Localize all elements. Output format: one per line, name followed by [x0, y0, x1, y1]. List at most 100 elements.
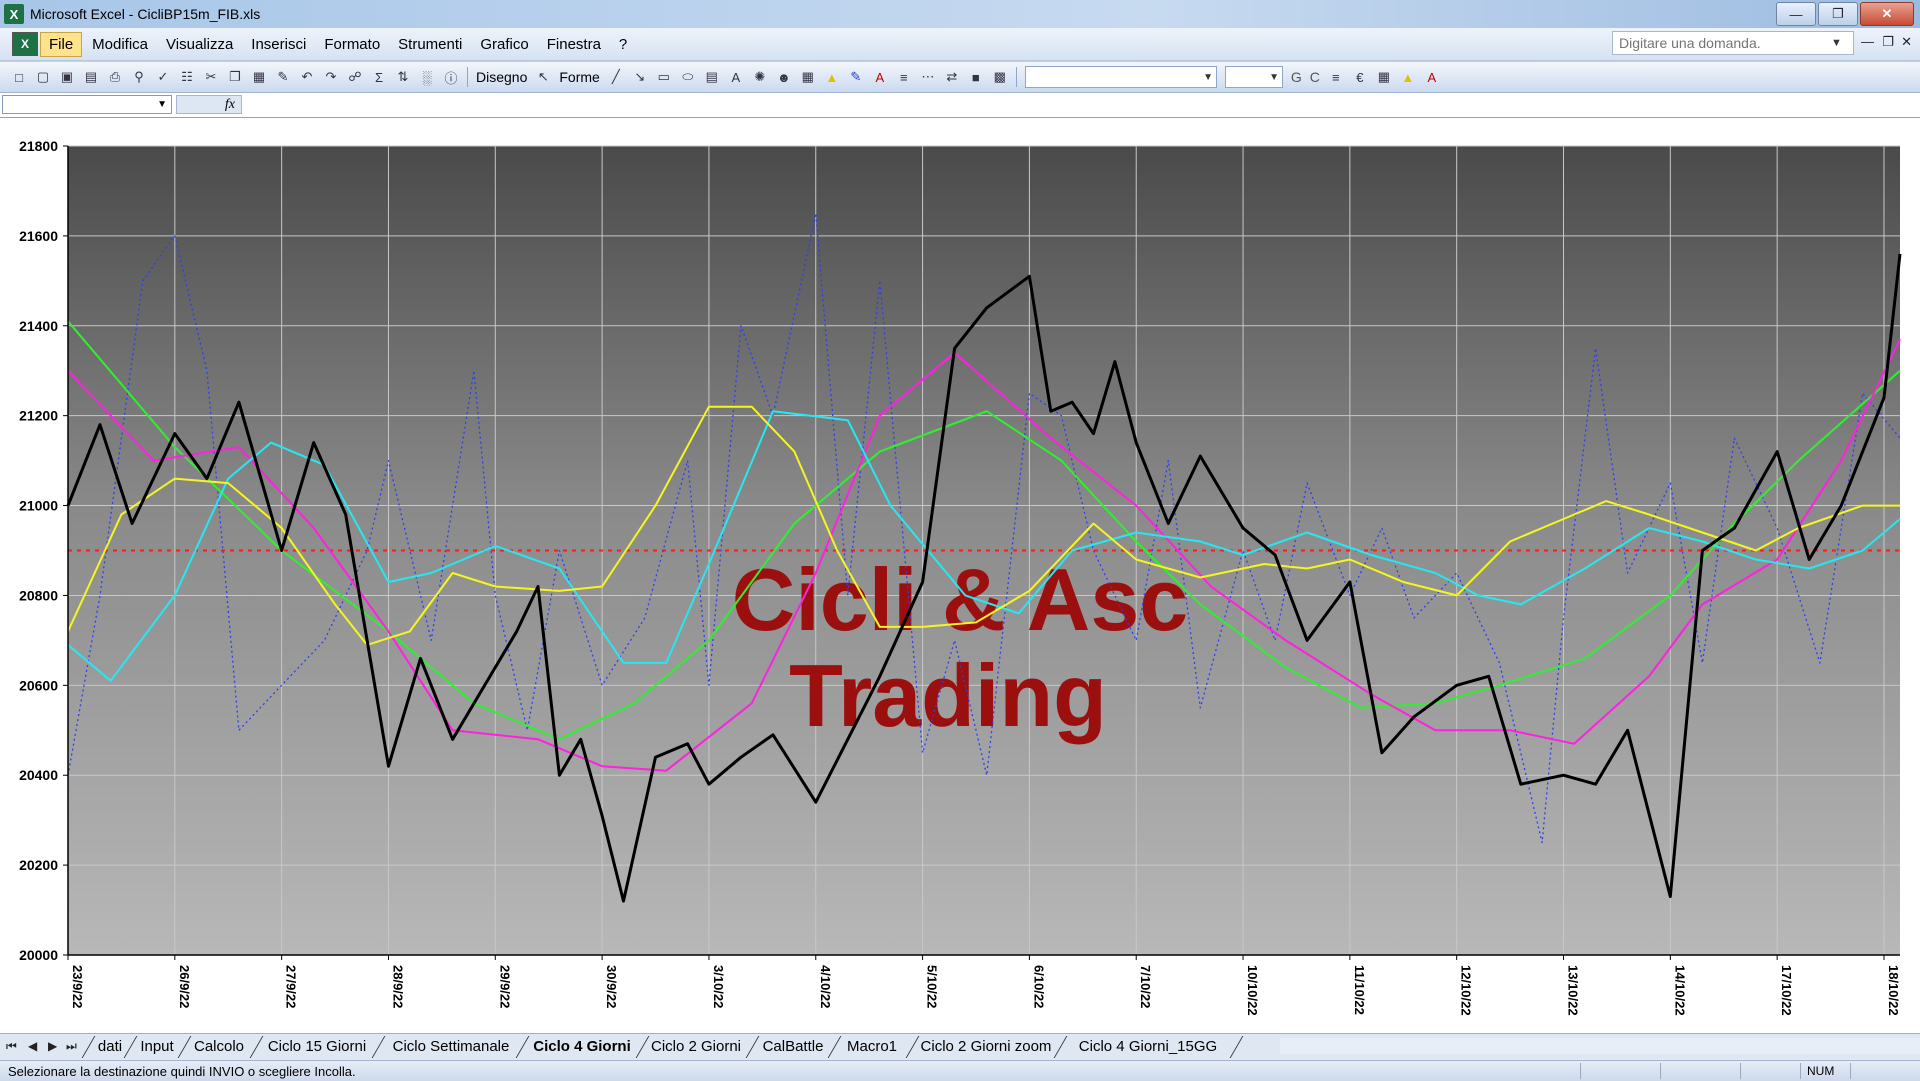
fill-color-icon[interactable]: ▲: [821, 66, 843, 88]
permission-icon[interactable]: ▤: [80, 66, 102, 88]
shapes-menu-button[interactable]: Forme: [555, 69, 603, 85]
doc-close-icon[interactable]: ✕: [1901, 34, 1912, 50]
format-painter-icon[interactable]: ✎: [272, 66, 294, 88]
new-file-icon[interactable]: □: [8, 66, 30, 88]
pointer-icon[interactable]: ↖: [532, 66, 554, 88]
open-folder-icon[interactable]: ▢: [32, 66, 54, 88]
tab-ciclo-2-giorni[interactable]: Ciclo 2 Giorni: [646, 1036, 746, 1056]
font-color-icon[interactable]: A: [869, 66, 891, 88]
font-name-combo[interactable]: ▼: [1024, 66, 1217, 88]
doc-minimize-icon[interactable]: —: [1861, 34, 1874, 49]
workbook-icon[interactable]: X: [12, 32, 38, 56]
research-icon[interactable]: ☷: [176, 66, 198, 88]
status-cell: [1850, 1063, 1920, 1079]
menu-grafico[interactable]: Grafico: [472, 33, 536, 56]
maximize-button[interactable]: ❐: [1818, 2, 1858, 26]
paste-icon[interactable]: ▦: [248, 66, 270, 88]
last-sheet-icon[interactable]: ⏭: [66, 1039, 77, 1054]
cycle-chart[interactable]: Cicli & AscTrading 20000 20200 20400 20600 2…: [0, 118, 1920, 1033]
x-tick-label: 27/9/22: [284, 965, 299, 1008]
menu-inserisci[interactable]: Inserisci: [243, 33, 314, 56]
x-tick-label: 4/10/22: [818, 965, 833, 1008]
tab-ciclo-4-giorni[interactable]: Ciclo 4 Giorni: [526, 1036, 638, 1056]
tab-ciclo-4-giorni-15gg[interactable]: Ciclo 4 Giorni_15GG: [1064, 1036, 1232, 1056]
text-color-icon[interactable]: A: [1421, 66, 1443, 88]
help-icon[interactable]: ⓘ: [440, 66, 462, 88]
shadow-icon[interactable]: ■: [965, 66, 987, 88]
undo-icon[interactable]: ↶: [296, 66, 318, 88]
3d-icon[interactable]: ▩: [989, 66, 1011, 88]
chart-wizard-icon[interactable]: ░: [416, 66, 438, 88]
minimize-button[interactable]: —: [1776, 2, 1816, 26]
first-sheet-icon[interactable]: ⏮: [6, 1039, 17, 1054]
autosum-icon[interactable]: Σ: [368, 66, 390, 88]
cut-icon[interactable]: ✂: [200, 66, 222, 88]
borders-icon[interactable]: ▦: [1373, 66, 1395, 88]
redo-icon[interactable]: ↷: [320, 66, 342, 88]
spelling-icon[interactable]: ✓: [152, 66, 174, 88]
tab-dati[interactable]: dati: [92, 1036, 128, 1056]
chevron-down-icon[interactable]: ▼: [1831, 37, 1842, 49]
wordart-icon[interactable]: A: [725, 66, 747, 88]
help-question-box[interactable]: ▼: [1612, 31, 1854, 55]
tab-ciclo-2-giorni-zoom[interactable]: Ciclo 2 Giorni zoom: [916, 1036, 1056, 1056]
rectangle-icon[interactable]: ▭: [653, 66, 675, 88]
chevron-down-icon[interactable]: ▼: [157, 99, 167, 110]
dash-style-icon[interactable]: ⋯: [917, 66, 939, 88]
toolbar-separator: [467, 67, 468, 87]
menu-visualizza[interactable]: Visualizza: [158, 33, 241, 56]
x-tick-label: 6/10/22: [1031, 965, 1046, 1008]
menu-file[interactable]: File: [40, 31, 83, 57]
status-message: Selezionare la destinazione quindi INVIO…: [8, 1063, 356, 1079]
align-icon[interactable]: ≡: [1325, 66, 1347, 88]
clipart-icon[interactable]: ☻: [773, 66, 795, 88]
menu-strumenti[interactable]: Strumenti: [390, 33, 470, 56]
menu-formato[interactable]: Formato: [316, 33, 388, 56]
copy-icon[interactable]: ❐: [224, 66, 246, 88]
name-box[interactable]: ▼: [2, 95, 172, 114]
x-tick-label: 13/10/22: [1566, 965, 1581, 1016]
tab-macro1[interactable]: Macro1: [838, 1036, 906, 1056]
tab-calbattle[interactable]: CalBattle: [756, 1036, 830, 1056]
print-preview-icon[interactable]: ⚲: [128, 66, 150, 88]
watermark-text: Cicli & Asc: [732, 550, 1188, 649]
picture-icon[interactable]: ▦: [797, 66, 819, 88]
draw-menu-button[interactable]: Disegno: [472, 69, 531, 85]
help-question-input[interactable]: [1617, 34, 1831, 52]
euro-icon[interactable]: €: [1349, 66, 1371, 88]
line-icon[interactable]: ╱: [605, 66, 627, 88]
menu-help[interactable]: ?: [611, 33, 635, 56]
arrow-icon[interactable]: ↘: [629, 66, 651, 88]
y-tick-label: 21200: [19, 408, 58, 424]
sort-icon[interactable]: ⇅: [392, 66, 414, 88]
menu-modifica[interactable]: Modifica: [84, 33, 156, 56]
tab-input[interactable]: Input: [134, 1036, 180, 1056]
doc-restore-icon[interactable]: ❐: [1882, 34, 1894, 50]
bold-button[interactable]: G: [1287, 69, 1306, 85]
hyperlink-icon[interactable]: ☍: [344, 66, 366, 88]
line-style-icon[interactable]: ≡: [893, 66, 915, 88]
line-color-icon[interactable]: ✎: [845, 66, 867, 88]
italic-button[interactable]: C: [1306, 69, 1324, 85]
insert-function-button[interactable]: fx: [176, 95, 242, 114]
diagram-icon[interactable]: ✺: [749, 66, 771, 88]
next-sheet-icon[interactable]: ▶: [48, 1039, 57, 1053]
formula-input[interactable]: [246, 95, 1910, 116]
close-button[interactable]: ✕: [1860, 2, 1914, 26]
prev-sheet-icon[interactable]: ◀: [28, 1039, 37, 1053]
print-icon[interactable]: ⎙: [104, 66, 126, 88]
arrow-style-icon[interactable]: ⇄: [941, 66, 963, 88]
textbox-icon[interactable]: ▤: [701, 66, 723, 88]
menu-finestra[interactable]: Finestra: [539, 33, 609, 56]
chart-sheet[interactable]: Cicli & Asc Trading 20000 20200 20400 20600 2…: [0, 118, 1920, 1033]
tab-calcolo[interactable]: Calcolo: [188, 1036, 250, 1056]
tab-ciclo-settimanale[interactable]: Ciclo Settimanale: [384, 1036, 518, 1056]
save-icon[interactable]: ▣: [56, 66, 78, 88]
tab-ciclo-15-giorni[interactable]: Ciclo 15 Giorni: [262, 1036, 372, 1056]
font-size-combo[interactable]: ▼: [1224, 66, 1283, 88]
horizontal-scrollbar[interactable]: [1280, 1038, 1920, 1054]
excel-app-icon[interactable]: X: [4, 4, 24, 24]
x-tick-label: 29/9/22: [497, 965, 512, 1008]
highlight-fill-icon[interactable]: ▲: [1397, 66, 1419, 88]
oval-icon[interactable]: ⬭: [677, 66, 699, 88]
